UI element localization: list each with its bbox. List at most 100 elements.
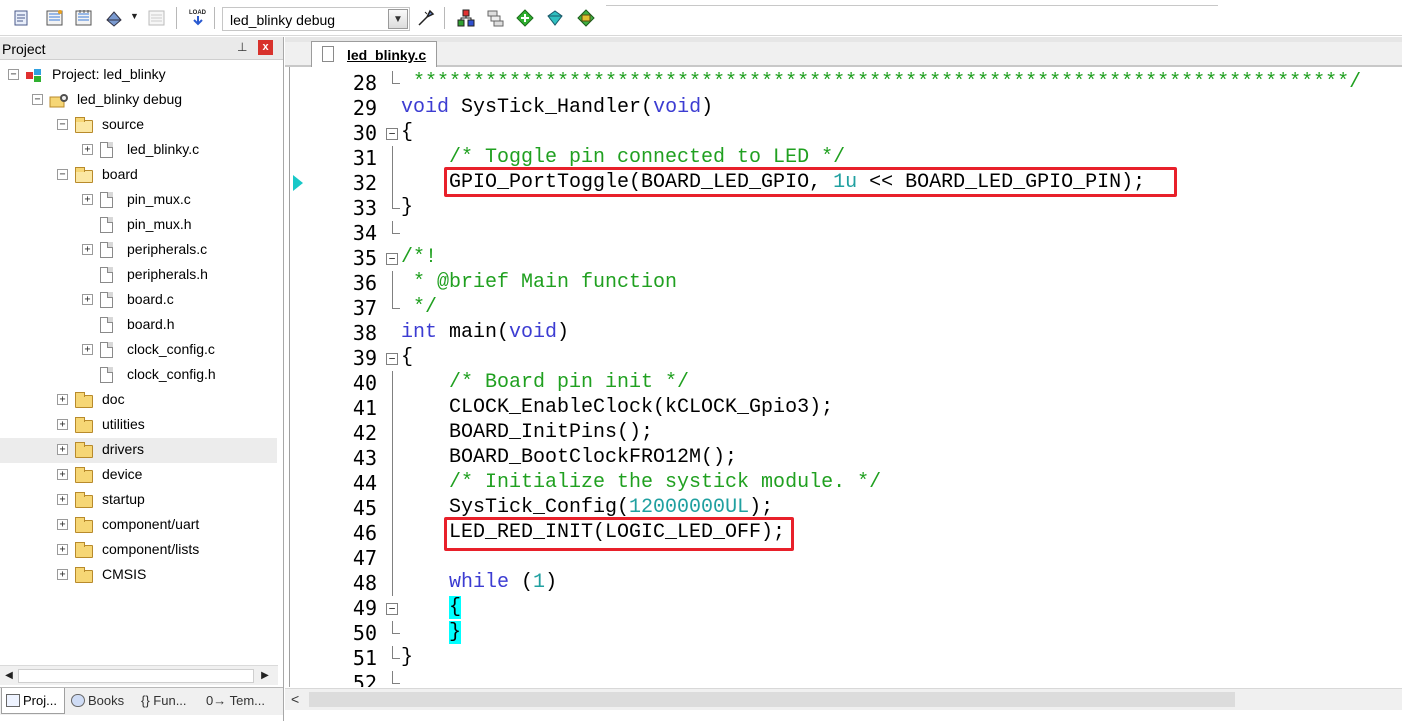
tab-templates[interactable]: 0→ Tem... [203, 688, 273, 714]
manage-run-time-icon[interactable] [545, 8, 565, 28]
close-icon[interactable]: x [258, 40, 273, 55]
code-line: 48 while (1) [285, 571, 1402, 596]
tree-item-file[interactable]: + led_blinky.c [0, 138, 277, 163]
tree-item-label: led_blinky debug [77, 91, 183, 107]
line-number: 46 [352, 521, 377, 545]
tree-item-folder[interactable]: + CMSIS [0, 563, 277, 588]
line-text: SysTick_Config(12000000UL); [401, 496, 774, 519]
file-icon [100, 367, 113, 383]
expand-icon[interactable]: + [57, 569, 68, 580]
tree-item-folder[interactable]: + drivers [0, 438, 277, 463]
chevron-down-icon[interactable]: ▼ [388, 9, 408, 29]
folder-open-icon [75, 167, 93, 183]
tree-item-file[interactable]: peripherals.h [0, 263, 277, 288]
tree-item-source[interactable]: − source [0, 113, 277, 138]
tree-item-folder[interactable]: + doc [0, 388, 277, 413]
line-number: 33 [352, 196, 377, 220]
scroll-left-icon[interactable]: < [291, 691, 299, 707]
tree-item-folder[interactable]: + component/lists [0, 538, 277, 563]
code-line: 39 − { [285, 346, 1402, 371]
tab-led-blinky-c[interactable]: led_blinky.c [311, 41, 437, 69]
collapse-icon[interactable]: − [8, 69, 19, 80]
line-text: BOARD_InitPins(); [401, 421, 654, 444]
tree-item-file[interactable]: clock_config.h [0, 363, 277, 388]
tree-item-folder[interactable]: + startup [0, 488, 277, 513]
collapse-icon[interactable]: − [57, 169, 68, 180]
expand-icon[interactable]: + [82, 244, 93, 255]
tree-item-file[interactable]: pin_mux.h [0, 213, 277, 238]
tree-item-board[interactable]: − board [0, 163, 277, 188]
collapse-icon[interactable]: − [32, 94, 43, 105]
tree-item-target[interactable]: − led_blinky debug [0, 88, 277, 113]
target-options-icon[interactable] [416, 8, 436, 28]
manage-project-items-icon[interactable] [456, 8, 476, 28]
expand-icon[interactable]: + [57, 544, 68, 555]
pin-icon[interactable]: ⊥ [237, 40, 247, 54]
expand-icon[interactable]: + [57, 469, 68, 480]
code-editor[interactable]: 28 *************************************… [285, 67, 1402, 687]
fold-collapse-icon[interactable]: − [385, 346, 401, 371]
select-packs-icon[interactable] [485, 8, 505, 28]
code-line: 33 } [285, 196, 1402, 221]
translate-icon[interactable] [12, 8, 32, 28]
expand-icon[interactable]: + [57, 519, 68, 530]
line-number: 44 [352, 471, 377, 495]
tree-item-label: Project: led_blinky [52, 66, 166, 82]
expand-icon[interactable]: + [82, 144, 93, 155]
line-text: /* Initialize the systick module. */ [401, 471, 882, 494]
tab-books[interactable]: Books [68, 688, 132, 714]
file-icon [100, 192, 113, 208]
fold-collapse-icon[interactable]: − [385, 121, 401, 146]
batch-build-icon[interactable] [104, 8, 124, 28]
code-line: 35 − /*! [285, 246, 1402, 271]
tab-project[interactable]: Proj... [1, 688, 65, 714]
scroll-right-icon[interactable]: ▶ [257, 668, 273, 684]
editor-tab-strip: led_blinky.c [285, 37, 1402, 69]
tree-item-file[interactable]: board.h [0, 313, 277, 338]
line-number: 50 [352, 621, 377, 645]
line-number: 31 [352, 146, 377, 170]
tree-item-file[interactable]: + pin_mux.c [0, 188, 277, 213]
line-number: 30 [352, 121, 377, 145]
fold-collapse-icon[interactable]: − [385, 596, 401, 621]
expand-icon[interactable]: + [57, 394, 68, 405]
tree-item-label: clock_config.c [127, 341, 215, 357]
download-icon[interactable]: LOAD [188, 8, 208, 28]
expand-icon[interactable]: + [57, 419, 68, 430]
folder-icon [75, 492, 93, 508]
software-components-icon[interactable] [576, 8, 596, 28]
expand-icon[interactable]: + [82, 344, 93, 355]
rebuild-icon[interactable] [74, 8, 94, 28]
scroll-left-icon[interactable]: ◀ [1, 668, 17, 684]
expand-icon[interactable]: + [57, 494, 68, 505]
line-number: 39 [352, 346, 377, 370]
code-line: 42 BOARD_InitPins(); [285, 421, 1402, 446]
expand-icon[interactable]: + [82, 294, 93, 305]
fold-collapse-icon[interactable]: − [385, 246, 401, 271]
tree-item-file[interactable]: + clock_config.c [0, 338, 277, 363]
tree-item-folder[interactable]: + component/uart [0, 513, 277, 538]
expand-icon[interactable]: + [82, 194, 93, 205]
tree-item-label: pin_mux.c [127, 191, 191, 207]
tab-functions[interactable]: {} Fun... [138, 688, 200, 714]
tree-item-label: led_blinky.c [127, 141, 200, 157]
line-number: 38 [352, 321, 377, 345]
target-select[interactable]: led_blinky debug ▼ [222, 7, 410, 31]
tree-item-project[interactable]: − Project: led_blinky [0, 63, 277, 88]
build-icon[interactable] [45, 8, 65, 28]
project-horizontal-scrollbar[interactable]: ◀ ▶ [0, 665, 278, 685]
editor-horizontal-scrollbar[interactable]: < [285, 688, 1402, 710]
scrollbar-thumb[interactable] [18, 669, 254, 683]
tree-item-file[interactable]: + peripherals.c [0, 238, 277, 263]
tree-item-file[interactable]: + board.c [0, 288, 277, 313]
line-number: 43 [352, 446, 377, 470]
batch-build-dropdown-icon[interactable]: ▼ [130, 11, 139, 21]
project-panel-title: Project [2, 41, 46, 57]
scrollbar-thumb[interactable] [309, 692, 1235, 707]
line-number: 28 [352, 71, 377, 95]
expand-icon[interactable]: + [57, 444, 68, 455]
pack-installer-icon[interactable] [515, 8, 535, 28]
collapse-icon[interactable]: − [57, 119, 68, 130]
tree-item-folder[interactable]: + device [0, 463, 277, 488]
tree-item-folder[interactable]: + utilities [0, 413, 277, 438]
